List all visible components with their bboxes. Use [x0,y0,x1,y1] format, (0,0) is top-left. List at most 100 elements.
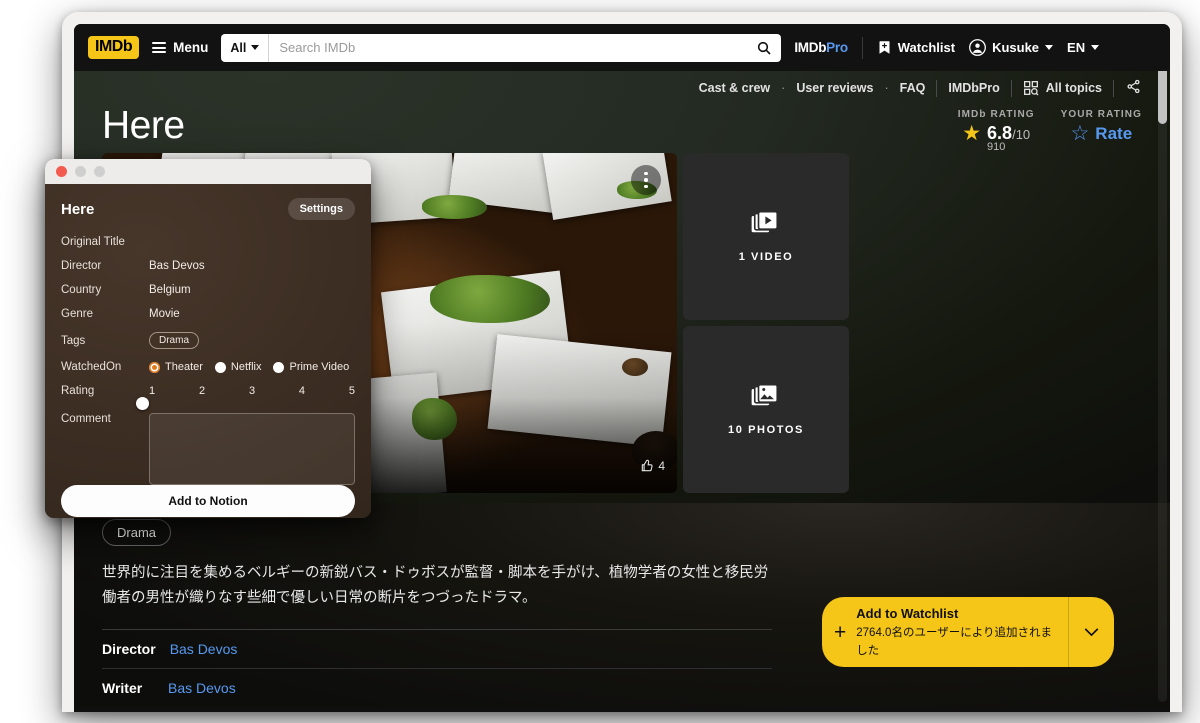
plus-icon: + [834,620,847,644]
divider [936,79,938,97]
field-watched-on: WatchedOn Theater Netflix Prime Video [61,361,355,373]
share-icon [1127,79,1140,94]
rating-scale-labels: 1 2 3 4 5 [149,385,355,397]
credit-value[interactable]: Bas Devos [168,680,236,696]
share-button[interactable] [1125,79,1142,97]
settings-button[interactable]: Settings [287,198,355,220]
chevron-down-icon [1091,45,1100,50]
credit-value[interactable]: Bas Devos [170,641,238,657]
imdbpro-link[interactable]: IMDbPro [794,40,848,55]
field-label: Tags [61,334,86,347]
add-to-watchlist-subtitle: 2764.0名のユーザーにより追加されました [856,627,1052,657]
credit-row-director: Director Bas Devos [102,628,772,668]
photos-card[interactable]: 10 PHOTOS [683,326,849,493]
field-tags: Tags Drama [61,332,355,349]
hamburger-icon [152,42,167,53]
field-label: Director [61,260,102,272]
popup-header: Here Settings [61,198,355,220]
star-outline-icon: ☆ [1070,122,1090,145]
genre-chip-drama[interactable]: Drama [102,519,172,546]
media-side-cards: 1 VIDEO 10 PHOTOS [683,153,849,493]
radio-unselected-icon [273,361,285,373]
chevron-down-icon [1084,628,1099,637]
synopsis-text: 世界的に注目を集めるベルギーの新鋭バス・ドゥボスが監督・脚本を手がけ、植物学者の… [102,565,769,606]
subnav-separator: · [781,81,786,95]
video-options-button[interactable] [631,165,661,195]
field-label: Comment [61,413,111,425]
search-category-select[interactable]: All [221,33,270,62]
radio-option-prime-video[interactable]: Prime Video [273,361,349,373]
menu-button[interactable]: Menu [152,40,208,55]
subnav-item-cast-crew[interactable]: Cast & crew [699,81,771,95]
your-rating-caption: YOUR RATING [1060,109,1142,120]
search-category-label: All [230,40,247,55]
thumbs-up-icon [642,459,653,472]
field-country: Country Belgium [61,284,355,296]
radio-unselected-icon [214,361,226,373]
chevron-down-icon [251,45,260,50]
page-scrollbar-track[interactable] [1158,34,1167,702]
rating-tick: 5 [348,385,355,397]
imdb-rating-block[interactable]: IMDb RATING ★ 6.8/10 910 [958,109,1035,153]
rating-tick: 4 [298,385,306,397]
subnav-separator: · [884,81,889,95]
menu-label: Menu [173,40,209,55]
title-and-rating-row: Here IMDb RATING ★ 6.8/10 910 YOUR RATIN… [88,104,1156,153]
watchlist-bookmark-icon [879,41,890,54]
minimize-window-button[interactable] [75,166,86,177]
field-value[interactable]: Bas Devos [149,260,205,272]
radio-option-theater[interactable]: Theater [149,361,203,373]
radio-label: Theater [165,361,203,373]
add-to-notion-button[interactable]: Add to Notion [61,485,355,517]
rating-slider-knob[interactable] [136,397,149,410]
videos-card[interactable]: 1 VIDEO [683,153,849,320]
search-input[interactable] [269,33,748,62]
zoom-window-button[interactable] [94,166,105,177]
tag-chip-drama[interactable]: Drama [149,332,200,349]
star-filled-icon: ★ [962,122,982,145]
photos-card-label: 10 PHOTOS [728,423,804,436]
imdb-header: IMDb Menu All Search IMDb IMDbPro Watchl… [74,24,1170,71]
all-topics-button[interactable]: All topics [1023,80,1102,96]
rating-tick: 3 [248,385,256,397]
rating-slider[interactable]: 1 2 3 4 5 [136,385,355,410]
add-to-watchlist-button[interactable]: + Add to Watchlist 2764.0名のユーザーにより追加されまし… [822,597,1114,667]
popup-body: Here Settings Original Title Director Ba… [45,184,371,518]
video-like-count[interactable]: 4 [640,459,665,473]
field-value[interactable]: Belgium [149,284,191,296]
close-window-button[interactable] [56,166,67,177]
genre-row: Drama [102,519,1142,546]
field-value[interactable]: Movie [149,308,180,320]
imdb-logo[interactable]: IMDb [88,36,140,59]
photo-stack-icon [751,383,779,405]
title-subnav: Cast & crew · User reviews · FAQ IMDbPro [88,71,1156,105]
language-menu[interactable]: EN [1067,40,1100,55]
watchlist-header-button[interactable]: Watchlist [877,40,955,55]
your-rating-block[interactable]: YOUR RATING ☆ Rate [1061,109,1142,153]
header-right-group: IMDbPro Watchlist Kusuke EN [794,36,1100,59]
watchlist-dropdown-button[interactable] [1068,597,1114,667]
grid-search-icon [1023,81,1039,96]
title-details-section: Drama 世界的に注目を集めるベルギーの新鋭バス・ドゥボスが監督・脚本を手がけ… [74,503,1170,707]
field-director: Director Bas Devos [61,260,355,272]
watchlist-header-label: Watchlist [897,40,956,55]
radio-label: Netflix [230,361,262,373]
field-comment: Comment [61,413,355,485]
search-icon [758,41,771,55]
search-button[interactable] [747,34,781,62]
rating-tick: 1 [149,385,156,397]
subnav-item-faq[interactable]: FAQ [900,81,926,95]
field-label: Country [61,284,102,296]
field-label: WatchedOn [61,361,122,373]
subnav-item-user-reviews[interactable]: User reviews [796,81,873,95]
account-menu[interactable]: Kusuke [969,39,1054,56]
comment-textarea[interactable] [149,413,355,485]
subnav-item-imdbpro[interactable]: IMDbPro [948,81,999,95]
all-topics-label: All topics [1045,81,1102,95]
account-avatar-icon [969,39,987,56]
popup-titlebar[interactable] [45,159,371,184]
radio-option-netflix[interactable]: Netflix [214,361,262,373]
add-to-watchlist-main[interactable]: + Add to Watchlist 2764.0名のユーザーにより追加されまし… [822,597,1068,667]
credit-key: Writer [102,679,143,696]
video-stack-icon [751,210,779,232]
